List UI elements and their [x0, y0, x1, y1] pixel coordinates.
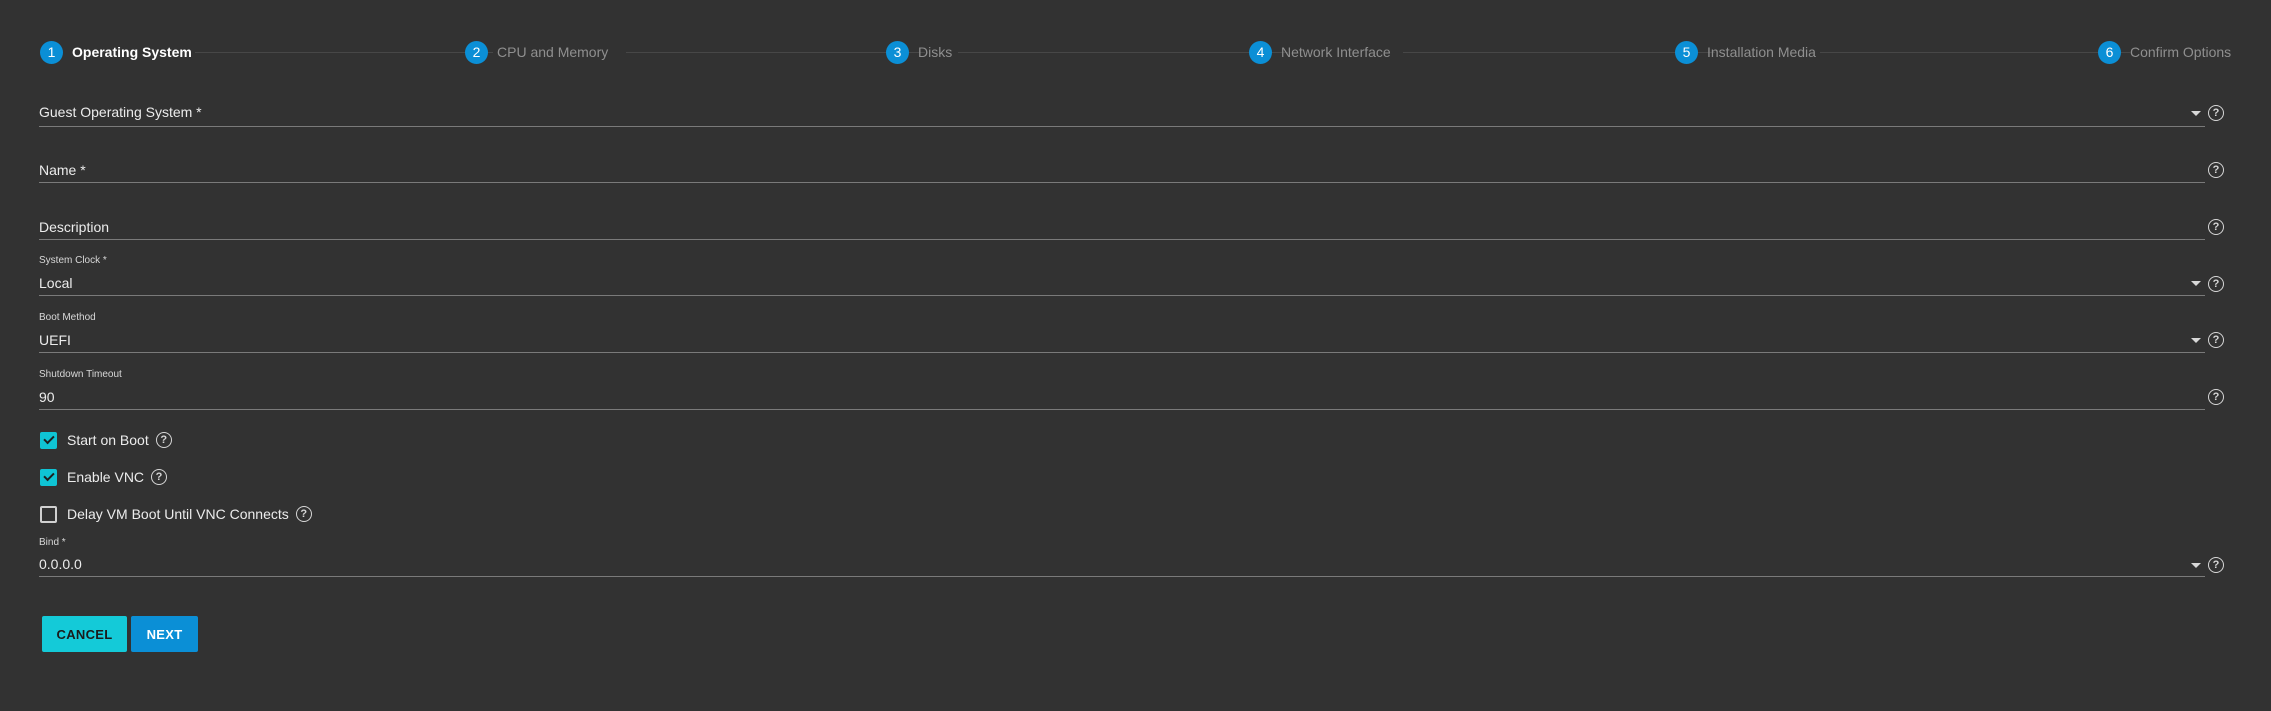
name-input[interactable]: Name *	[39, 158, 2205, 186]
stepper-connector	[958, 52, 1288, 53]
start-on-boot-checkbox[interactable]	[40, 431, 57, 449]
delay-vm-boot-checkbox-row[interactable]: Delay VM Boot Until VNC Connects ?	[40, 504, 312, 524]
step-installation-media[interactable]: 5 Installation Media	[1675, 40, 1816, 64]
name-label: Name *	[39, 162, 86, 178]
cancel-button[interactable]: CANCEL	[42, 616, 127, 652]
help-circle-icon[interactable]: ?	[2208, 162, 2224, 178]
bind-value: 0.0.0.0	[39, 556, 82, 572]
step-label: Installation Media	[1707, 44, 1816, 60]
field-underline	[39, 576, 2205, 577]
field-underline	[39, 352, 2205, 353]
system-clock-value: Local	[39, 275, 73, 291]
step-label: CPU and Memory	[497, 44, 609, 60]
step-disks[interactable]: 3 Disks	[886, 40, 952, 64]
start-on-boot-checkbox-row[interactable]: Start on Boot ?	[40, 430, 172, 450]
help-circle-icon[interactable]: ?	[2208, 276, 2224, 292]
system-clock-label: System Clock *	[39, 255, 107, 266]
guest-os-select[interactable]: Guest Operating System *	[39, 100, 2205, 128]
caret-down-icon[interactable]	[2191, 111, 2201, 116]
guest-os-label: Guest Operating System *	[39, 104, 202, 120]
step-confirm-options[interactable]: 6 Confirm Options	[2098, 40, 2231, 64]
start-on-boot-label[interactable]: Start on Boot	[67, 432, 149, 448]
step-operating-system[interactable]: 1 Operating System	[40, 40, 192, 64]
help-circle-icon[interactable]: ?	[2208, 332, 2224, 348]
field-underline	[39, 295, 2205, 296]
description-label: Description	[39, 219, 110, 235]
step-label: Operating System	[72, 44, 192, 60]
enable-vnc-label[interactable]: Enable VNC	[67, 469, 144, 485]
field-underline	[39, 126, 2205, 127]
field-underline	[39, 182, 2205, 183]
help-circle-icon[interactable]: ?	[2208, 105, 2224, 121]
bind-label: Bind *	[39, 537, 66, 548]
stepper-connector	[626, 52, 925, 53]
field-underline	[39, 239, 2205, 240]
step-number-badge: 6	[2098, 40, 2121, 64]
step-number-badge: 1	[40, 40, 63, 64]
field-underline	[39, 409, 2205, 410]
check-icon	[42, 432, 55, 445]
stepper-connector	[1403, 52, 1715, 53]
help-circle-icon[interactable]: ?	[2208, 389, 2224, 405]
step-label: Confirm Options	[2130, 44, 2232, 60]
system-clock-select[interactable]: System Clock * Local	[39, 255, 2205, 297]
caret-down-icon[interactable]	[2191, 338, 2201, 343]
help-circle-icon[interactable]: ?	[295, 506, 312, 522]
caret-down-icon[interactable]	[2191, 563, 2201, 568]
boot-method-value: UEFI	[39, 332, 71, 348]
shutdown-timeout-input[interactable]: Shutdown Timeout 90	[39, 369, 2205, 411]
step-cpu-and-memory[interactable]: 2 CPU and Memory	[465, 40, 608, 64]
enable-vnc-checkbox-row[interactable]: Enable VNC ?	[40, 467, 168, 487]
step-number-badge: 4	[1249, 40, 1272, 64]
step-number-badge: 3	[886, 40, 909, 64]
boot-method-select[interactable]: Boot Method UEFI	[39, 312, 2205, 354]
stepper-connector	[195, 52, 493, 53]
stepper-connector	[1820, 52, 2130, 53]
step-label: Disks	[918, 44, 953, 60]
help-circle-icon[interactable]: ?	[2208, 219, 2224, 235]
delay-vm-boot-checkbox[interactable]	[40, 505, 57, 523]
caret-down-icon[interactable]	[2191, 281, 2201, 286]
bind-select[interactable]: Bind * 0.0.0.0	[39, 537, 2205, 579]
help-circle-icon[interactable]: ?	[151, 469, 168, 485]
enable-vnc-checkbox[interactable]	[40, 468, 57, 486]
next-button[interactable]: NEXT	[131, 616, 198, 652]
description-input[interactable]: Description	[39, 215, 2205, 243]
step-label: Network Interface	[1281, 44, 1391, 60]
vm-wizard-page: 1 Operating System 2 CPU and Memory 3 Di…	[0, 0, 2271, 711]
step-number-badge: 5	[1675, 40, 1698, 64]
shutdown-timeout-label: Shutdown Timeout	[39, 369, 122, 380]
step-network-interface[interactable]: 4 Network Interface	[1249, 40, 1391, 64]
help-circle-icon[interactable]: ?	[155, 432, 172, 448]
help-circle-icon[interactable]: ?	[2208, 557, 2224, 573]
wizard-stepper: 1 Operating System 2 CPU and Memory 3 Di…	[40, 40, 2231, 64]
check-icon	[42, 469, 55, 482]
delay-vm-boot-label[interactable]: Delay VM Boot Until VNC Connects	[67, 506, 289, 522]
boot-method-label: Boot Method	[39, 312, 96, 323]
step-number-badge: 2	[465, 40, 488, 64]
shutdown-timeout-value: 90	[39, 389, 55, 405]
